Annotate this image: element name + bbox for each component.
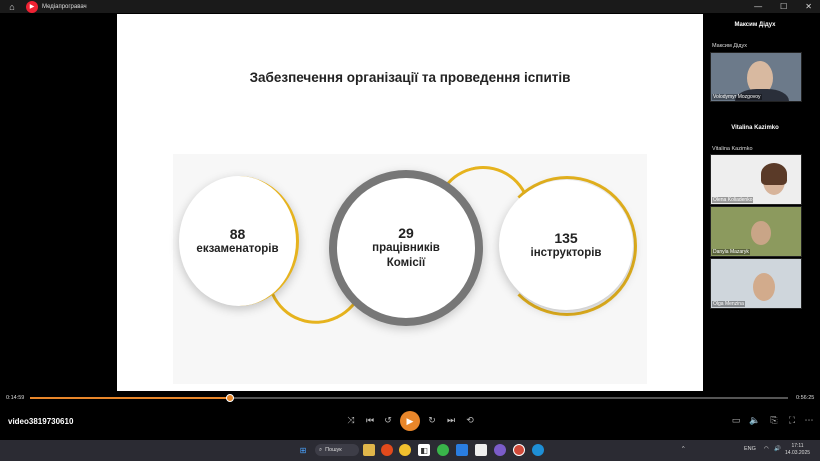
current-time: 0:14:59	[6, 395, 25, 401]
stat-circle-commission: 29 працівників Комісії	[345, 186, 467, 310]
firefox-icon[interactable]	[381, 444, 393, 456]
next-icon[interactable]: ⏭	[445, 415, 457, 426]
media-player-window: ⌂ ▶ Медіапрогравач — ☐ ✕ Забезпечення ор…	[0, 0, 820, 461]
edge-icon[interactable]	[532, 444, 544, 456]
language-indicator[interactable]: ENG	[744, 446, 756, 452]
media-player-taskbar-icon[interactable]	[513, 444, 525, 456]
participant-name-tag: Olga Menzina	[712, 301, 745, 307]
taskbar-search[interactable]: ⌕ Пошук	[315, 444, 359, 456]
play-icon: ▶	[406, 415, 414, 426]
participant-name-tag: Danyla Mazaryk	[712, 249, 750, 255]
home-icon[interactable]: ⌂	[6, 1, 18, 13]
app-icon[interactable]: ◧	[418, 444, 430, 456]
shuffle-icon[interactable]: ⤨	[345, 415, 357, 426]
tray-chevron-icon[interactable]: ^	[682, 446, 685, 452]
stat-circle-instructors: 135 інструкторів	[499, 180, 633, 310]
minimize-button[interactable]: —	[754, 2, 762, 11]
search-placeholder: Пошук	[325, 447, 342, 453]
stat-label-line2: Комісії	[386, 257, 426, 269]
repeat-icon[interactable]: ⟲	[464, 415, 476, 426]
host-label: Максим Дідух	[712, 43, 747, 49]
forward-icon[interactable]: ↻	[426, 415, 438, 426]
stat-number: 29	[398, 225, 414, 241]
participant-video	[753, 273, 775, 301]
clock-date: 14.03.2025	[785, 450, 811, 456]
seek-bar: 0:14:59 0:56:25	[0, 392, 820, 404]
wifi-icon[interactable]: ◠	[764, 446, 769, 452]
title-bar: ⌂ ▶ Медіапрогравач — ☐ ✕	[0, 0, 820, 13]
stat-label: інструкторів	[530, 246, 602, 259]
clock-time: 17:11	[791, 443, 804, 449]
app-icon-2[interactable]	[475, 444, 487, 456]
previous-icon[interactable]: ⏮	[364, 415, 376, 426]
speaker-icon[interactable]: 🔊	[774, 446, 781, 452]
more-icon[interactable]: ⋯	[803, 415, 815, 426]
participants-panel: Максим Дідух Максим Дідух Volodymyr Mozg…	[705, 14, 820, 391]
stat-label: екзаменаторів	[196, 242, 279, 255]
window-title: Медіапрогравач	[42, 3, 87, 10]
chrome-icon[interactable]	[399, 444, 411, 456]
chrome-green-icon[interactable]	[437, 444, 449, 456]
viber-icon[interactable]	[494, 444, 506, 456]
seek-handle[interactable]	[226, 394, 235, 402]
slide-title: Забезпечення організації та проведення і…	[249, 70, 571, 85]
seek-track[interactable]	[30, 394, 788, 402]
clock[interactable]: 17:11 14.03.2025	[785, 443, 810, 457]
volume-icon[interactable]: 🔈	[749, 415, 761, 426]
host-heading: Максим Дідух	[734, 22, 776, 28]
participant-tile[interactable]: Volodymyr Mozgovoy	[710, 52, 802, 102]
player-controls: video3819730610 ⤨ ⏮ ↺ ▶ ↻ ⏭ ⟲ ▭ 🔈 ⎘ ⛶ ⋯	[0, 405, 820, 439]
file-explorer-icon[interactable]	[363, 444, 375, 456]
rewind-icon[interactable]: ↺	[382, 415, 394, 426]
telegram-icon[interactable]	[456, 444, 468, 456]
taskbar: ⊞ ⌕ Пошук ◧ ^ ENG ◠ 🔊 17:11 14.03.2025	[0, 440, 820, 461]
stat-number: 88	[229, 225, 246, 242]
presentation-slide: Забезпечення організації та проведення і…	[117, 14, 703, 391]
media-player-app-icon: ▶	[26, 0, 38, 13]
stat-label-line1: працівників	[372, 242, 440, 254]
maximize-button[interactable]: ☐	[780, 2, 787, 11]
play-button[interactable]: ▶	[400, 411, 420, 431]
video-name: video3819730610	[8, 417, 74, 426]
participant-tile[interactable]: Olga Menzina	[710, 258, 802, 309]
seek-progress	[30, 397, 231, 399]
participant-name-tag: Volodymyr Mozgovoy	[712, 94, 762, 100]
windows-start-icon[interactable]: ⊞	[297, 444, 309, 456]
close-button[interactable]: ✕	[805, 2, 812, 11]
participant-name-tag: Olena Koliadenko	[712, 197, 754, 203]
window-controls: — ☐ ✕	[754, 0, 812, 13]
second-heading: Vitalina Kazimko	[731, 125, 779, 131]
fullscreen-icon[interactable]: ⛶	[786, 415, 798, 426]
stat-circle-examiners: 88 екзаменаторів	[179, 176, 299, 306]
second-label: Vitalina Kazimko	[712, 146, 753, 152]
stat-number: 135	[554, 229, 578, 246]
participant-hair	[761, 163, 787, 185]
miniplayer-icon[interactable]: ▭	[730, 415, 742, 426]
participant-tile[interactable]: Olena Koliadenko	[710, 154, 802, 205]
participant-tile[interactable]: Danyla Mazaryk	[710, 206, 802, 257]
participant-video	[751, 221, 771, 245]
cast-icon[interactable]: ⎘	[768, 415, 780, 426]
search-icon: ⌕	[319, 446, 323, 453]
total-time: 0:56:25	[796, 395, 815, 401]
